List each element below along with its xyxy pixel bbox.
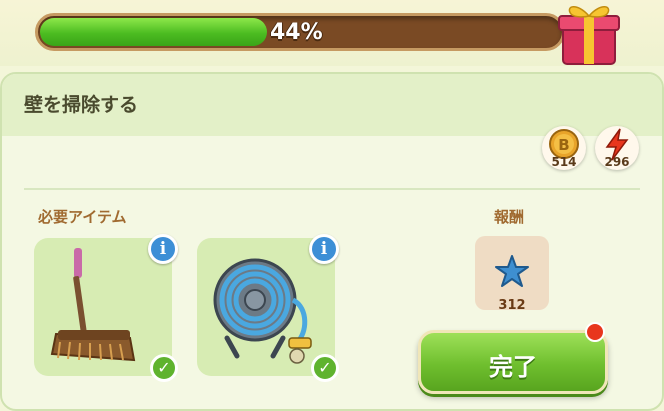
task-progress-bar: 44%: [35, 13, 565, 51]
notification-dot: [585, 322, 605, 342]
info-icon[interactable]: i: [148, 234, 178, 264]
required-item-broom[interactable]: i ✓: [34, 234, 178, 382]
progress-percent: 44%: [270, 20, 323, 45]
progress-fill: [40, 18, 267, 46]
energy-value: 296: [604, 155, 630, 169]
energy-badge: 296: [595, 126, 639, 170]
required-items-label: 必要アイテム: [38, 208, 127, 226]
task-panel: 壁を掃除する B 514 296 必要アイテム 報酬 i ✓ i ✓ 312 完…: [0, 72, 664, 411]
coin-badge: B 514: [542, 126, 586, 170]
info-icon[interactable]: i: [309, 234, 339, 264]
reward-value: 312: [498, 298, 526, 313]
complete-button[interactable]: 完了: [418, 330, 608, 394]
coin-value: 514: [551, 155, 577, 169]
reward-label: 報酬: [494, 208, 525, 226]
task-title: 壁を掃除する: [24, 94, 139, 116]
check-icon: ✓: [311, 354, 339, 382]
gift-box-icon[interactable]: [557, 0, 621, 66]
svg-text:B: B: [558, 136, 569, 154]
complete-button-label: 完了: [489, 353, 537, 381]
required-item-hose-reel[interactable]: i ✓: [197, 234, 339, 382]
divider: [24, 188, 640, 190]
check-icon: ✓: [150, 354, 178, 382]
